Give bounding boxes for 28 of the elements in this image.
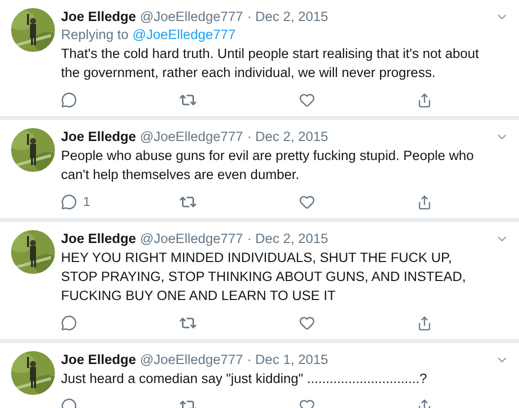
tweet-date[interactable]: · Dec 1, 2015 [247,351,328,369]
share-icon[interactable] [417,194,432,210]
tweet-text: Just heard a comedian say "just kidding" ..............................? [61,370,428,388]
share-icon[interactable] [417,92,432,108]
replying-label: Replying to [61,26,129,44]
heart-icon[interactable] [299,315,315,331]
author-handle[interactable]: @JoeElledge777 [140,230,244,248]
tweet-date[interactable]: · Dec 2, 2015 [247,230,328,248]
share-icon[interactable] [417,316,432,330]
comment-icon[interactable] [61,92,77,108]
author-name[interactable]: Joe Elledge [61,8,136,26]
author-handle[interactable]: @JoeElledge777 [140,351,244,369]
tweet-text: That's the cold hard truth. Until people start realising that it's not about the government, rather each individual, we will never progress. [61,45,480,82]
tweet-text: HEY YOU RIGHT MINDED INDIVIDUALS, SHUT THE FUCK UP, STOP PRAYING, STOP THINKING ABOUT GUNS, AND INSTEAD, FUCKING BUY ONE AND LEARN TO USE IT [61,249,467,305]
tweet-date[interactable]: · Dec 2, 2015 [247,8,328,26]
comment-icon[interactable] [61,315,77,331]
tweet-date[interactable]: · Dec 2, 2015 [247,128,328,146]
tweet-text: People who abuse guns for evil are pretty fucking stupid. People who can't help themselves are even dumber. [61,147,475,184]
reply-count: 1 [83,193,90,212]
author-name[interactable]: Joe Elledge [61,351,136,369]
author-handle[interactable]: @JoeElledge777 [140,128,244,146]
comment-icon[interactable] [61,194,77,210]
mention-link[interactable]: @JoeElledge777 [132,26,236,44]
author-name[interactable]: Joe Elledge [61,230,136,248]
heart-icon[interactable] [299,194,315,210]
author-handle[interactable]: @JoeElledge777 [140,8,244,26]
heart-icon[interactable] [299,92,315,108]
author-name[interactable]: Joe Elledge [61,128,136,146]
